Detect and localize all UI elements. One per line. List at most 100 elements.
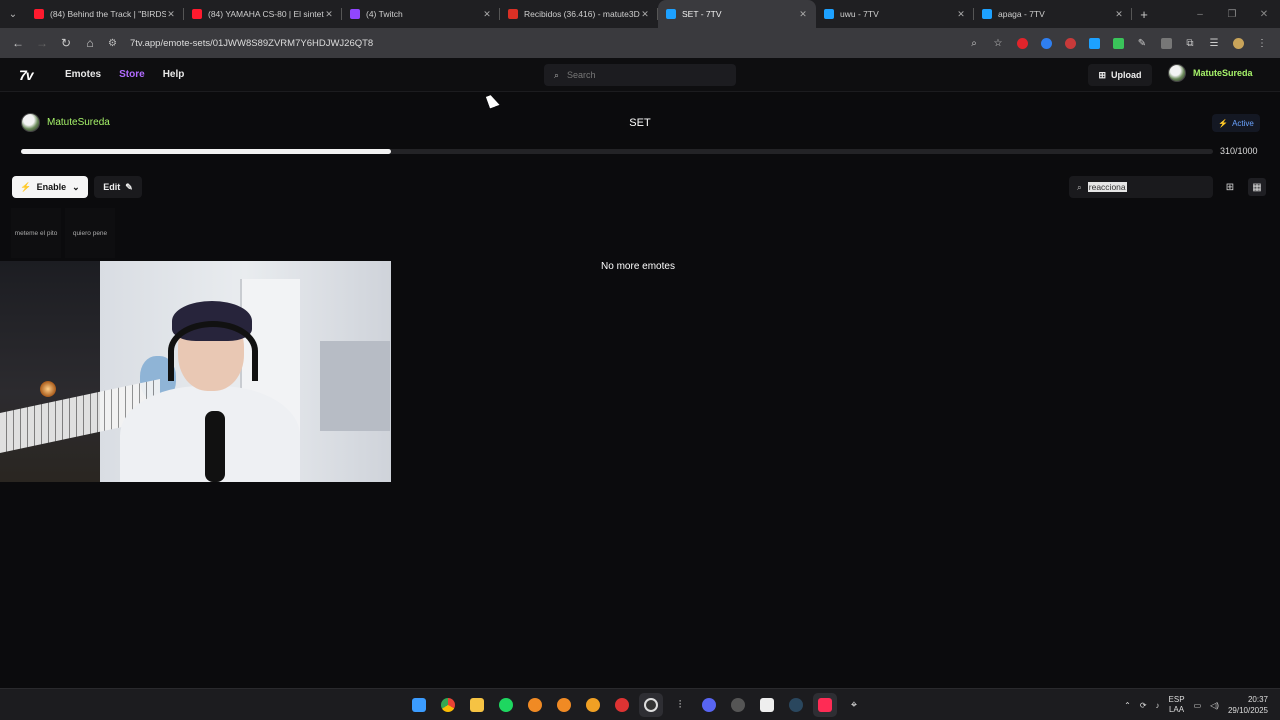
tab-title: (84) Behind the Track | "BIRDS (50, 9, 166, 19)
tab-title: Recibidos (36.416) - matute3D (524, 9, 640, 19)
maps-pin-icon[interactable]: ⌖ (842, 693, 866, 717)
close-window-icon[interactable]: ✕ (1248, 9, 1280, 20)
app-red-icon[interactable] (610, 693, 634, 717)
network-icon[interactable]: ▭ (1194, 701, 1202, 710)
reading-list-icon[interactable]: ☰ (1202, 31, 1226, 55)
volume-icon[interactable]: ◁) (1210, 701, 1219, 710)
browser-tab[interactable]: uwu - 7TV ✕ (816, 0, 974, 28)
tray-chevron-icon[interactable]: ⌃ (1124, 701, 1131, 710)
chevron-down-icon: ⌄ (72, 181, 80, 192)
browser-tab[interactable]: (84) Behind the Track | "BIRDS ✕ (26, 0, 184, 28)
upload-label: Upload (1111, 70, 1142, 80)
upload-button[interactable]: ⊞ Upload (1088, 64, 1152, 86)
extension-7tv-icon[interactable] (1082, 31, 1106, 55)
tab-favicon-icon (192, 9, 202, 19)
discord-icon[interactable] (697, 693, 721, 717)
edit-button[interactable]: Edit ✎ (94, 176, 142, 198)
nav-help[interactable]: Help (163, 69, 185, 80)
tab-close-icon[interactable]: ✕ (798, 9, 808, 20)
site-search-input[interactable]: ⌕ Search (544, 64, 736, 86)
tab-close-icon[interactable]: ✕ (956, 9, 966, 20)
browser-tab[interactable]: apaga - 7TV ✕ (974, 0, 1132, 28)
extension-red-icon[interactable] (1010, 31, 1034, 55)
url-field[interactable]: ⚙ 7tv.app/emote-sets/01JWW8S89ZVRM7Y6HDJ… (108, 31, 948, 55)
minimize-icon[interactable]: – (1184, 9, 1216, 20)
browser-tab[interactable]: (84) YAMAHA CS-80 | El sintetiza ✕ (184, 0, 342, 28)
emote-filter-input[interactable]: ⌕ reacciona (1069, 176, 1213, 198)
browser-tab[interactable]: (4) Twitch ✕ (342, 0, 500, 28)
new-tab-button[interactable]: + (1132, 7, 1156, 22)
enable-button[interactable]: ⚡ Enable ⌄ (12, 176, 88, 198)
fl-studio-3-icon[interactable] (581, 693, 605, 717)
nav-emotes[interactable]: Emotes (65, 69, 101, 80)
grid-view-large-icon[interactable]: ▦ (1248, 178, 1266, 196)
file-explorer-icon[interactable] (465, 693, 489, 717)
grid-view-small-icon[interactable]: ⊞ (1221, 178, 1239, 196)
spotify-icon[interactable] (494, 693, 518, 717)
language-indicator[interactable]: ESP LAA (1169, 695, 1185, 715)
set-title: SET (629, 117, 651, 129)
search-icon: ⌕ (554, 69, 560, 80)
fl-studio-icon[interactable] (523, 693, 547, 717)
nav-store[interactable]: Store (119, 69, 145, 80)
chrome-icon[interactable] (436, 693, 460, 717)
tab-close-icon[interactable]: ✕ (482, 9, 492, 20)
search-icon: ⌕ (1077, 181, 1082, 192)
emote-card[interactable]: quiero pene (65, 208, 115, 258)
bookmark-star-icon[interactable]: ☆ (986, 31, 1010, 55)
lightning-icon: ⚡ (20, 181, 32, 192)
owner-avatar (21, 113, 40, 132)
microphone-icon[interactable]: ♪ (1156, 701, 1160, 710)
tab-close-icon[interactable]: ✕ (1114, 9, 1124, 20)
tab-close-icon[interactable]: ✕ (640, 9, 650, 20)
steam-icon[interactable] (784, 693, 808, 717)
obs-icon[interactable] (639, 693, 663, 717)
tiktok-icon[interactable] (813, 693, 837, 717)
profile-avatar-icon[interactable] (1226, 31, 1250, 55)
fl-studio-2-icon[interactable] (552, 693, 576, 717)
extension-blue-icon[interactable] (1034, 31, 1058, 55)
tab-title: (84) YAMAHA CS-80 | El sintetiza (208, 9, 324, 19)
home-icon[interactable]: ⌂ (78, 31, 102, 55)
lightning-icon: ⚡ (1218, 118, 1229, 128)
main-nav: Emotes Store Help (65, 69, 184, 80)
sync-icon[interactable]: ⟳ (1140, 701, 1147, 710)
maximize-icon[interactable]: ❐ (1216, 9, 1248, 20)
user-menu[interactable]: MatuteSureda (1168, 64, 1253, 82)
capacity-count: 310/1000 (1220, 146, 1258, 156)
browser-tab[interactable]: SET - 7TV ✕ (658, 0, 816, 28)
emote-card[interactable]: meteme el pito (11, 208, 61, 258)
tab-close-icon[interactable]: ✕ (166, 9, 176, 20)
tab-close-icon[interactable]: ✕ (324, 9, 334, 20)
os-taskbar: ⫶ ⌖ ⌃ ⟳ ♪ ESP LAA ▭ ◁) 20:37 29/10/2025 (0, 688, 1280, 720)
reload-icon[interactable]: ↻ (54, 31, 78, 55)
windows-start-icon[interactable] (407, 693, 431, 717)
url-text: 7tv.app/emote-sets/01JWW8S89ZVRM7Y6HDJWJ… (130, 37, 374, 49)
status-badge: ⚡ Active (1212, 114, 1260, 132)
tab-favicon-icon (824, 9, 834, 19)
emote-name: quiero pene (72, 230, 108, 237)
zoom-icon[interactable]: ⌕ (962, 31, 986, 55)
audio-app-icon[interactable] (726, 693, 750, 717)
set-owner[interactable]: MatuteSureda (21, 113, 110, 132)
tab-search-icon[interactable]: ⌄ (0, 0, 26, 28)
forward-icon[interactable]: → (30, 31, 54, 55)
back-icon[interactable]: ← (6, 31, 30, 55)
extension-green-icon[interactable] (1106, 31, 1130, 55)
tab-title: SET - 7TV (682, 9, 722, 19)
tab-favicon-icon (982, 9, 992, 19)
address-bar: ← → ↻ ⌂ ⚙ 7tv.app/emote-sets/01JWW8S89ZV… (0, 28, 1280, 58)
extension-s-icon[interactable] (1154, 31, 1178, 55)
extension-record-icon[interactable] (1058, 31, 1082, 55)
tab-favicon-icon (508, 9, 518, 19)
capcut-icon[interactable] (755, 693, 779, 717)
browser-tab[interactable]: Recibidos (36.416) - matute3D ✕ (500, 0, 658, 28)
clock[interactable]: 20:37 29/10/2025 (1228, 694, 1268, 716)
site-info-icon[interactable]: ⚙ (108, 38, 122, 49)
7tv-logo[interactable]: 7v (19, 67, 34, 83)
mixer-icon[interactable]: ⫶ (668, 693, 692, 717)
browser-menu-icon[interactable]: ⋮ (1250, 31, 1274, 55)
mouse-cursor (486, 93, 500, 109)
extensions-puzzle-icon[interactable]: ⧉ (1178, 31, 1202, 55)
extension-dropper-icon[interactable]: ✎ (1130, 31, 1154, 55)
